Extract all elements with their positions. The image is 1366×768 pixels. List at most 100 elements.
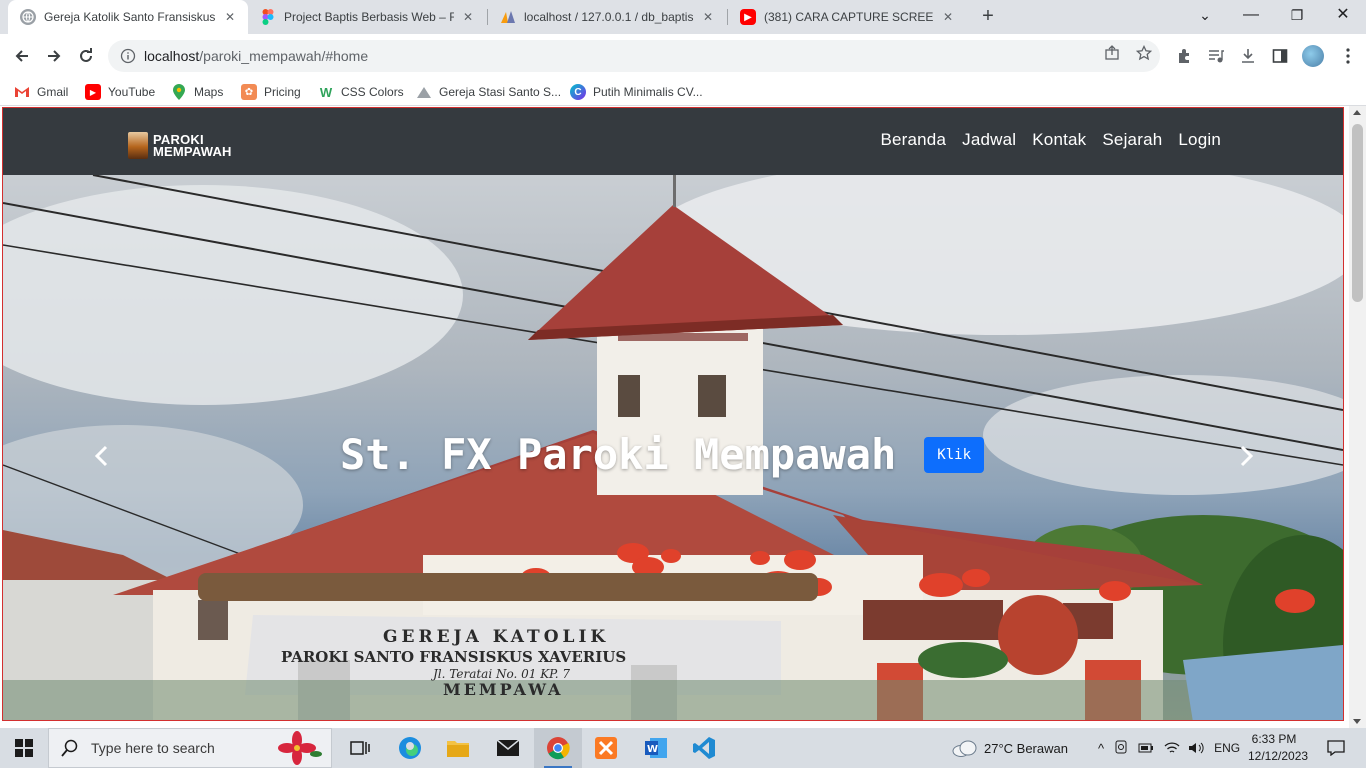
bookmark-maps[interactable]: Maps bbox=[171, 82, 223, 102]
klik-button[interactable]: Klik bbox=[924, 436, 985, 473]
carousel-next-button[interactable] bbox=[1237, 443, 1257, 469]
url-host: localhost bbox=[144, 48, 200, 64]
tab-strip: Gereja Katolik Santo Fransiskus X ✕ Proj… bbox=[0, 0, 1366, 34]
tab-search-chevron-icon[interactable]: ⌄ bbox=[1182, 0, 1228, 30]
tab-gereja[interactable]: Gereja Katolik Santo Fransiskus X ✕ bbox=[8, 0, 248, 34]
nav-link-jadwal[interactable]: Jadwal bbox=[962, 130, 1016, 150]
address-bar[interactable]: localhost/paroki_mempawah/#home bbox=[108, 40, 1160, 72]
page-scrollbar[interactable] bbox=[1349, 106, 1366, 728]
search-placeholder: Type here to search bbox=[91, 740, 215, 756]
svg-text:W: W bbox=[647, 744, 658, 755]
task-view-icon bbox=[350, 741, 370, 755]
language-indicator[interactable]: ENG bbox=[1214, 741, 1240, 755]
tab-youtube[interactable]: ▶ (381) CARA CAPTURE SCREENSH ✕ bbox=[728, 0, 966, 34]
chevron-right-icon bbox=[1240, 445, 1254, 467]
close-tab-icon[interactable]: ✕ bbox=[700, 9, 716, 25]
volume-icon[interactable] bbox=[1188, 741, 1204, 755]
forward-button[interactable] bbox=[40, 42, 68, 70]
scrollbar-thumb[interactable] bbox=[1352, 124, 1363, 302]
info-icon[interactable] bbox=[120, 48, 136, 64]
tab-title: Project Baptis Berbasis Web – Fi bbox=[284, 10, 454, 24]
bookmark-putih-minimalis[interactable]: C Putih Minimalis CV... bbox=[570, 82, 703, 102]
taskbar-search-box[interactable]: Type here to search bbox=[48, 728, 332, 768]
new-tab-button[interactable]: + bbox=[977, 5, 999, 27]
bookmark-label: Gmail bbox=[37, 85, 69, 99]
bookmark-gereja-stasi[interactable]: Gereja Stasi Santo S... bbox=[416, 82, 561, 102]
brand-text: PAROKI MEMPAWAH bbox=[153, 133, 232, 158]
youtube-icon: ▶ bbox=[85, 84, 101, 100]
reload-button[interactable] bbox=[72, 42, 100, 70]
nav-link-kontak[interactable]: Kontak bbox=[1032, 130, 1086, 150]
bookmark-label: Gereja Stasi Santo S... bbox=[439, 85, 562, 99]
tab-title: Gereja Katolik Santo Fransiskus X bbox=[44, 10, 216, 24]
bookmark-pricing[interactable]: ✿ Pricing bbox=[241, 82, 301, 102]
tab-title: localhost / 127.0.0.1 / db_baptis bbox=[524, 10, 694, 24]
share-icon[interactable] bbox=[1100, 41, 1124, 65]
show-hidden-icons-chevron-icon[interactable]: ^ bbox=[1098, 741, 1104, 756]
bookmark-label: CSS Colors bbox=[341, 85, 404, 99]
scroll-down-arrow-icon[interactable] bbox=[1353, 719, 1361, 724]
side-panel-icon[interactable] bbox=[1270, 46, 1290, 66]
hero-title: St. FX Paroki Mempawah bbox=[340, 430, 897, 479]
close-tab-icon[interactable]: ✕ bbox=[940, 9, 956, 25]
clock-time: 6:33 PM bbox=[1251, 732, 1297, 746]
chrome-app-button[interactable] bbox=[534, 728, 582, 768]
weather-widget[interactable]: 27°C Berawan bbox=[952, 728, 1068, 768]
close-window-button[interactable]: ✕ bbox=[1320, 0, 1366, 30]
notification-center-button[interactable] bbox=[1318, 728, 1354, 768]
sign-line-2: PAROKI SANTO FRANSISKUS XAVERIUS bbox=[281, 648, 626, 666]
bookmark-label: Pricing bbox=[264, 85, 301, 99]
tab-figma[interactable]: Project Baptis Berbasis Web – Fi ✕ bbox=[248, 0, 486, 34]
edge-icon bbox=[399, 737, 421, 759]
word-icon: W bbox=[645, 738, 667, 758]
brand-logo-link[interactable]: PAROKI MEMPAWAH bbox=[128, 132, 232, 159]
minimize-button[interactable]: — bbox=[1228, 0, 1274, 30]
page-frame: PAROKI MEMPAWAH Beranda Jadwal Kontak Se… bbox=[2, 107, 1344, 721]
tab-phpmyadmin[interactable]: localhost / 127.0.0.1 / db_baptis ✕ bbox=[488, 0, 726, 34]
extensions-icon[interactable] bbox=[1174, 46, 1194, 66]
mail-icon bbox=[496, 739, 520, 756]
start-button[interactable] bbox=[0, 728, 48, 768]
nav-link-sejarah[interactable]: Sejarah bbox=[1102, 130, 1162, 150]
task-view-button[interactable] bbox=[336, 728, 384, 768]
reload-icon bbox=[80, 48, 92, 62]
taskbar-clock[interactable]: 6:33 PM 12/12/2023 bbox=[1248, 731, 1308, 765]
site-navbar: PAROKI MEMPAWAH Beranda Jadwal Kontak Se… bbox=[3, 108, 1343, 175]
battery-icon[interactable] bbox=[1138, 742, 1154, 754]
search-icon bbox=[61, 739, 78, 757]
brand-logo-icon bbox=[128, 132, 148, 159]
w-icon: W bbox=[319, 84, 333, 100]
close-tab-icon[interactable]: ✕ bbox=[222, 9, 238, 25]
vscode-app-button[interactable] bbox=[680, 728, 728, 768]
bookmark-youtube[interactable]: ▶ YouTube bbox=[85, 82, 155, 102]
profile-avatar[interactable] bbox=[1302, 45, 1324, 67]
bookmark-gmail[interactable]: Gmail bbox=[14, 82, 68, 102]
xampp-app-button[interactable] bbox=[582, 728, 630, 768]
back-button[interactable] bbox=[8, 42, 36, 70]
bookmark-css-colors[interactable]: W CSS Colors bbox=[318, 82, 404, 102]
close-tab-icon[interactable]: ✕ bbox=[460, 9, 476, 25]
sign-line-4: MEMPAWA bbox=[443, 680, 563, 699]
url-path: /paroki_mempawah/#home bbox=[199, 48, 369, 64]
chevron-left-icon bbox=[94, 445, 108, 467]
menu-dots-icon[interactable] bbox=[1338, 46, 1358, 66]
media-control-icon[interactable] bbox=[1206, 46, 1226, 66]
file-explorer-button[interactable] bbox=[434, 728, 482, 768]
word-app-button[interactable]: W bbox=[632, 728, 680, 768]
nav-link-login[interactable]: Login bbox=[1178, 130, 1221, 150]
scroll-up-arrow-icon[interactable] bbox=[1353, 110, 1361, 115]
windows-logo-icon bbox=[15, 739, 33, 757]
browser-toolbar: localhost/paroki_mempawah/#home bbox=[0, 34, 1366, 78]
webcam-icon[interactable] bbox=[1114, 740, 1128, 756]
restore-button[interactable]: ❐ bbox=[1274, 0, 1320, 30]
carousel-prev-button[interactable] bbox=[91, 443, 111, 469]
church-icon bbox=[416, 84, 432, 100]
bookmark-star-icon[interactable] bbox=[1132, 41, 1156, 65]
download-icon[interactable] bbox=[1238, 46, 1258, 66]
wifi-icon[interactable] bbox=[1164, 741, 1180, 755]
mail-app-button[interactable] bbox=[484, 728, 532, 768]
edge-app-button[interactable] bbox=[386, 728, 434, 768]
nav-link-beranda[interactable]: Beranda bbox=[880, 130, 946, 150]
bookmark-label: Maps bbox=[194, 85, 224, 99]
tray-icons: ^ ENG bbox=[1098, 728, 1240, 768]
